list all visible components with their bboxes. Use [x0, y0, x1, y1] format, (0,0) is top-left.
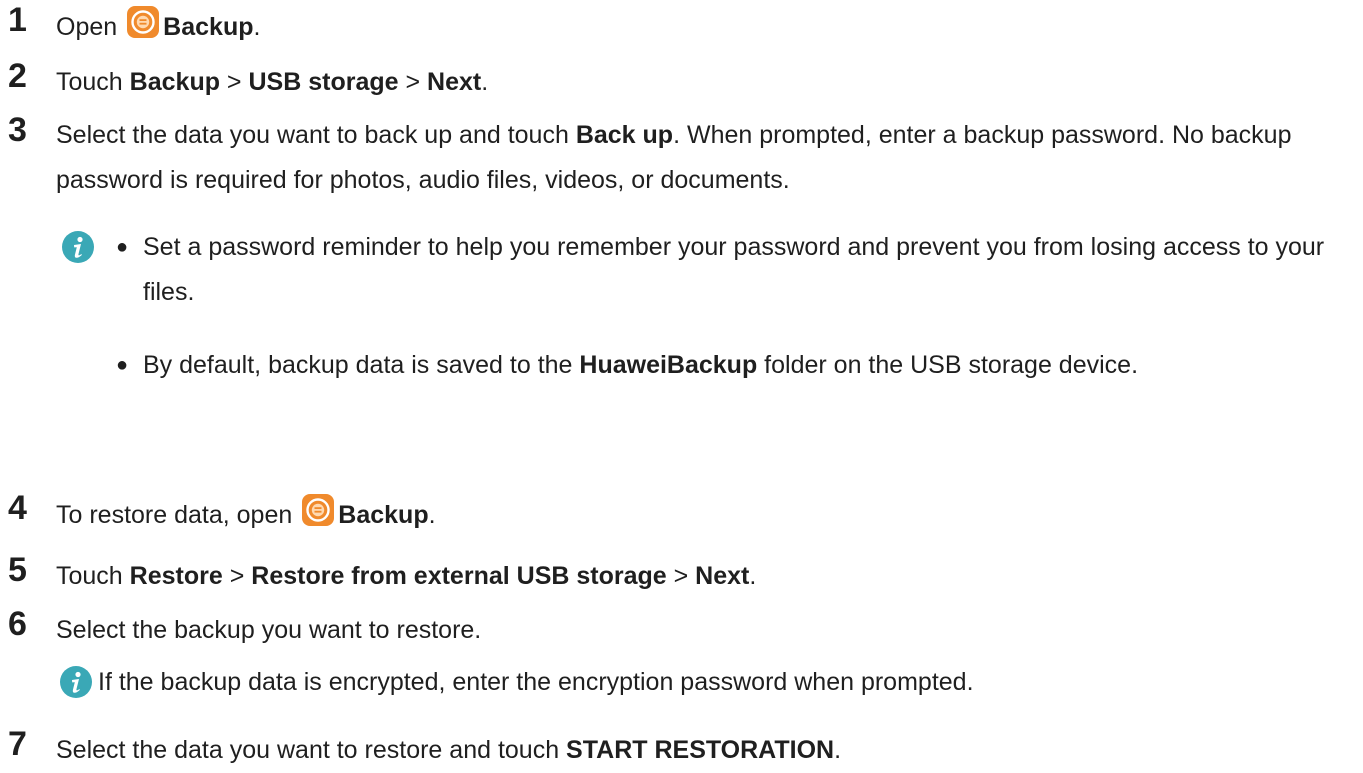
- bold-text: USB storage: [248, 68, 399, 96]
- step-text: Select the data you want to restore and …: [56, 730, 841, 770]
- text-run: >: [666, 562, 696, 590]
- step-number: 5: [8, 551, 27, 589]
- text-run: .: [749, 562, 757, 590]
- step-text: Touch Backup > USB storage > Next.: [56, 62, 488, 102]
- step-3-note: ● Set a password reminder to help you re…: [0, 225, 1363, 470]
- note-text: If the backup data is encrypted, enter t…: [98, 668, 974, 696]
- backup-app-icon: [302, 494, 335, 526]
- bold-text: Backup: [129, 68, 220, 96]
- manual-page: { "steps": [ {"num": "1", "parts": [ {"t…: [0, 0, 1363, 773]
- step-number: 3: [8, 111, 27, 149]
- text-run: To restore data, open: [56, 501, 293, 529]
- step-number: 7: [8, 725, 27, 763]
- text-run: >: [219, 68, 249, 96]
- bold-text: START RESTORATION: [566, 736, 835, 764]
- step-text: Touch Restore > Restore from external US…: [56, 556, 756, 596]
- bullet-dot-icon: ●: [116, 236, 129, 258]
- step-number: 4: [8, 489, 27, 527]
- bullet-dot-icon: ●: [116, 354, 129, 376]
- text-run: Select the backup you want to restore.: [56, 616, 482, 644]
- step-3: 3 Select the data you want to back up an…: [0, 110, 1363, 210]
- text-run: By default, backup data is saved to the: [143, 351, 580, 379]
- text-run: .: [253, 13, 261, 41]
- step-number: 1: [8, 1, 27, 39]
- step-text: To restore data, open Backup.: [56, 494, 436, 535]
- text-run: Touch: [56, 68, 130, 96]
- step-5: 5 Touch Restore > Restore from external …: [0, 550, 1363, 594]
- step-number: 6: [8, 605, 27, 643]
- backup-app-icon: [127, 6, 160, 38]
- text-run: Touch: [56, 562, 130, 590]
- bold-text: Restore from external USB storage: [251, 562, 667, 590]
- step-text: Select the backup you want to restore.: [56, 610, 481, 650]
- note-bullet: ● By default, backup data is saved to th…: [116, 343, 1346, 388]
- text-run: >: [398, 68, 428, 96]
- text-run: .: [834, 736, 842, 764]
- text-run: .: [428, 501, 436, 529]
- text-run: .: [481, 68, 489, 96]
- info-icon: [62, 231, 94, 263]
- bold-text: Back up: [575, 121, 674, 149]
- note-bullet: ● Set a password reminder to help you re…: [116, 225, 1346, 315]
- step-6: 6 Select the backup you want to restore.: [0, 604, 1363, 648]
- text-run: folder on the USB storage device.: [757, 351, 1139, 379]
- step-2: 2 Touch Backup > USB storage > Next.: [0, 56, 1363, 100]
- step-text: Open Backup.: [56, 6, 260, 47]
- text-run: Select the data you want to restore and …: [56, 736, 567, 764]
- step-text: Select the data you want to back up and …: [56, 113, 1346, 203]
- bold-text: Backup: [163, 13, 254, 41]
- bold-text: Next: [695, 562, 750, 590]
- step-number: 2: [8, 57, 27, 95]
- text-run: Open: [56, 13, 118, 41]
- step-4: 4 To restore data, open Backup.: [0, 488, 1363, 532]
- info-icon: [60, 666, 92, 698]
- bold-text: Backup: [338, 501, 429, 529]
- step-7: 7 Select the data you want to restore an…: [0, 724, 1363, 768]
- step-6-note: If the backup data is encrypted, enter t…: [0, 660, 1363, 704]
- bold-text: HuaweiBackup: [579, 351, 758, 379]
- text-run: Select the data you want to back up and …: [56, 121, 576, 149]
- step-1: 1 Open Backup.: [0, 0, 1363, 44]
- bold-text: Restore: [129, 562, 223, 590]
- text-run: >: [222, 562, 252, 590]
- text-run: Set a password reminder to help you reme…: [143, 233, 1325, 306]
- bold-text: Next: [427, 68, 482, 96]
